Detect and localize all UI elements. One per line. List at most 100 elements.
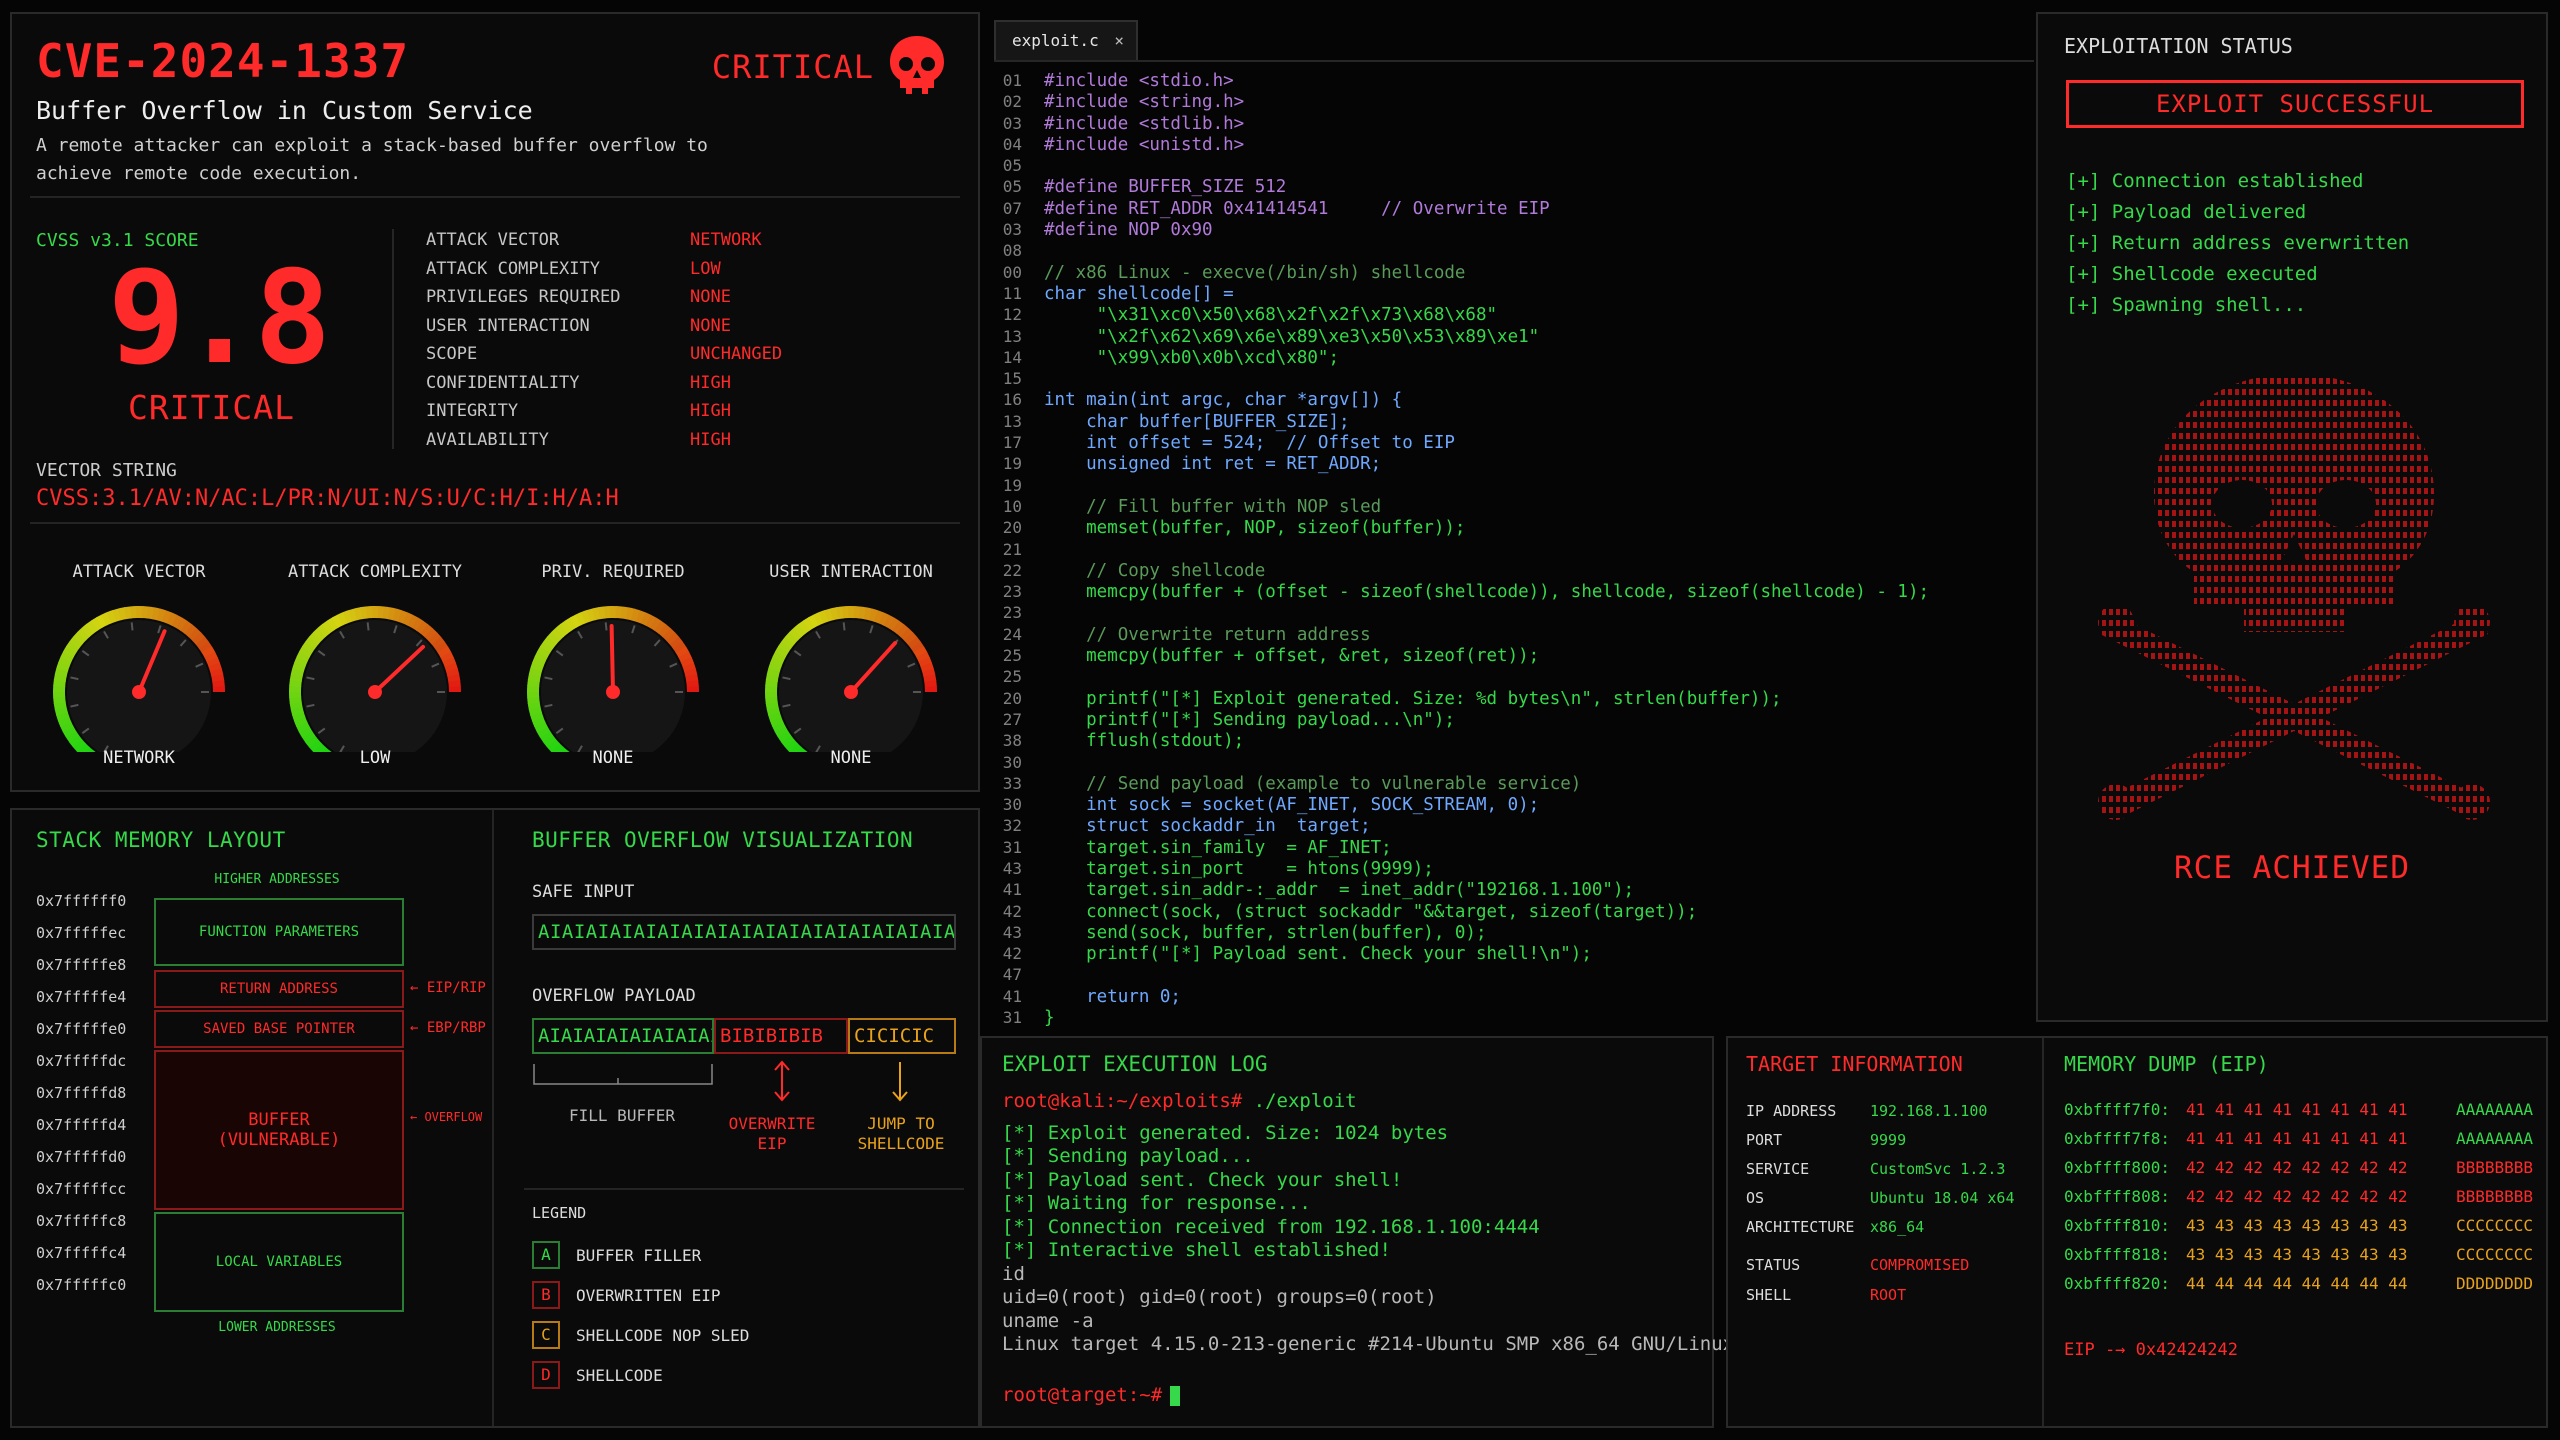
memory-ascii: CCCCCCCC: [2456, 1216, 2534, 1235]
gauge-arc-segment: [72, 738, 86, 752]
target-info-title: TARGET INFORMATION: [1746, 1052, 1963, 1076]
metric-name: USER INTERACTION: [426, 315, 590, 336]
memory-ascii: DDDDDDDD: [2456, 1274, 2534, 1293]
metric-value: UNCHANGED: [690, 344, 783, 364]
safe-input-bar: AIAIAIAIAIAIAIAIAIAIAIAIAIAIAIAIAIAIAIA: [532, 914, 956, 950]
memory-row: 0xbffff810: 43 43 43 43 43 43 43 43 CCCCCC…: [2064, 1216, 2533, 1235]
command-text: ./exploit: [1253, 1090, 1357, 1112]
terminal-output[interactable]: root@kali:~/exploits# ./exploit [*] Expl…: [1002, 1090, 1734, 1357]
target-row: STATUS COMPROMISED: [1746, 1256, 1969, 1274]
code-area[interactable]: 01 #include <stdio.h> 02 #include <string.h…: [994, 70, 1929, 1028]
exploitation-status-panel: EXPLOITATION STATUS EXPLOIT SUCCESSFUL […: [2036, 12, 2548, 1022]
code-line: 30 int sock = socket(AF_INET, SOCK_STREA…: [994, 794, 1929, 815]
line-number: 27: [1002, 709, 1022, 729]
gauge-hub: [844, 685, 858, 699]
tab-exploit-c[interactable]: exploit.c ×: [994, 20, 1138, 60]
code-line: 47: [994, 964, 1929, 985]
gauge-arc-segment: [305, 636, 319, 649]
line-number: 19: [1002, 475, 1022, 495]
gauge-arc-segment: [769, 716, 784, 727]
stack-address: 0x7ffffff0: [36, 892, 127, 910]
gauge-hub: [132, 685, 146, 699]
code-text: char shellcode[] =: [1044, 283, 1234, 304]
gauge-arc-segment: [546, 738, 560, 752]
line-number: 11: [1002, 283, 1022, 303]
line-number: 04: [1002, 134, 1022, 154]
line-number: 05: [1002, 156, 1022, 176]
gauge-arc-segment: [195, 636, 210, 650]
gauge-value: LOW: [359, 748, 391, 768]
code-text: // Overwrite return address: [1044, 624, 1371, 645]
gauge-title: PRIV. REQUIRED: [541, 562, 685, 582]
code-text: #define BUFFER_SIZE 512: [1044, 177, 1287, 198]
memory-ascii: CCCCCCCC: [2456, 1245, 2534, 1264]
code-text: // Fill buffer with NOP sled: [1044, 496, 1382, 517]
terminal-prompt[interactable]: root@target:~#: [1002, 1384, 1181, 1406]
gauge-arc-segment: [166, 612, 178, 626]
gauge-arc-segment: [669, 636, 684, 650]
line-number: 10: [1002, 496, 1022, 516]
gauge-arc-segment: [290, 706, 304, 716]
target-row: SERVICE CustomSvc 1.2.3: [1746, 1160, 2005, 1178]
divider: [524, 1188, 964, 1190]
memory-row: 0xbffff818: 43 43 43 43 43 43 43 43 CCCCCC…: [2064, 1245, 2533, 1264]
target-shell-value: ROOT: [1870, 1286, 1907, 1304]
code-line: 25: [994, 666, 1929, 687]
gauge-arc-segment: [53, 696, 66, 704]
memory-address: 0xbffff810:: [2064, 1216, 2170, 1235]
stack-address: 0x7fffffd0: [36, 1148, 127, 1166]
metric-row: CONFIDENTIALITY HIGH: [426, 373, 782, 402]
gauge-arc-segment: [289, 701, 303, 710]
gauge-arc-segment: [437, 646, 452, 658]
log-line: Linux target 4.15.0-213-generic #214-Ubu…: [1002, 1333, 1735, 1355]
vector-string-label: VECTOR STRING: [36, 460, 177, 481]
target-memory-panel: TARGET INFORMATION IP ADDRESS 192.168.1.1…: [1726, 1036, 2548, 1428]
gauge-arc-segment: [289, 673, 303, 682]
gauge-arc-segment: [536, 726, 551, 738]
gauge-arc-segment: [598, 606, 607, 620]
gauge-arc-segment: [290, 667, 305, 677]
gauge-arc-segment: [146, 606, 155, 620]
gauge-user-interaction: USER INTERACTION NONE: [746, 562, 956, 777]
code-line: 19: [994, 475, 1929, 496]
line-number: 19: [1002, 454, 1022, 474]
code-text: memcpy(buffer + offset, &ret, sizeof(ret…: [1044, 646, 1540, 667]
gauge-arc-segment: [299, 645, 313, 658]
code-line: 42 printf("[*] Payload sent. Check your …: [994, 943, 1929, 964]
gauge-arc-segment: [313, 627, 327, 641]
legend-title: LEGEND: [532, 1204, 587, 1222]
gauge-arc-segment: [63, 645, 77, 658]
gauge-arc-segment: [775, 645, 789, 658]
memory-row: 0xbffff800: 42 42 42 42 42 42 42 42 BBBBBB…: [2064, 1158, 2533, 1177]
metric-name: SCOPE: [426, 344, 478, 364]
metric-name: AVAILABILITY: [426, 429, 549, 450]
gauge-arc-segment: [58, 656, 72, 667]
gauge-arc-segment: [672, 641, 687, 654]
code-text: int sock = socket(AF_INET, SOCK_STREAM, …: [1044, 795, 1540, 816]
close-tab-icon[interactable]: ×: [1114, 22, 1124, 60]
line-number: 14: [1002, 347, 1022, 367]
gauge-arc-segment: [789, 627, 803, 641]
gauge-arc-segment: [66, 640, 80, 653]
code-line: 10 // Fill buffer with NOP sled: [994, 496, 1929, 517]
memory-ascii: BBBBBBBB: [2456, 1158, 2534, 1177]
higher-addresses-label: HIGHER ADDRESSES: [214, 872, 340, 887]
line-number: 17: [1002, 433, 1022, 453]
gauge-arc-segment: [918, 657, 933, 668]
gauge-arc-segment: [892, 620, 905, 635]
log-line: [*] Exploit generated. Size: 1024 bytes: [1002, 1121, 1449, 1144]
metric-row: PRIVILEGES REQUIRED NONE: [426, 287, 782, 316]
gauge-arc-segment: [326, 617, 339, 631]
gauge-arc-segment: [65, 730, 80, 743]
metric-value: NETWORK: [690, 230, 762, 250]
gauge-dial: [53, 606, 225, 752]
gauge-arc-segment: [784, 738, 798, 752]
code-line: 41 return 0;: [994, 986, 1929, 1007]
safe-input-label: SAFE INPUT: [532, 882, 635, 902]
code-text: "\x99\xb0\x0b\xcd\x80";: [1044, 347, 1340, 368]
target-key: IP ADDRESS: [1746, 1102, 1837, 1120]
code-line: 15: [994, 368, 1929, 389]
code-text: struct sockaddr_in target;: [1044, 816, 1371, 837]
gauge-title: ATTACK VECTOR: [72, 562, 206, 582]
